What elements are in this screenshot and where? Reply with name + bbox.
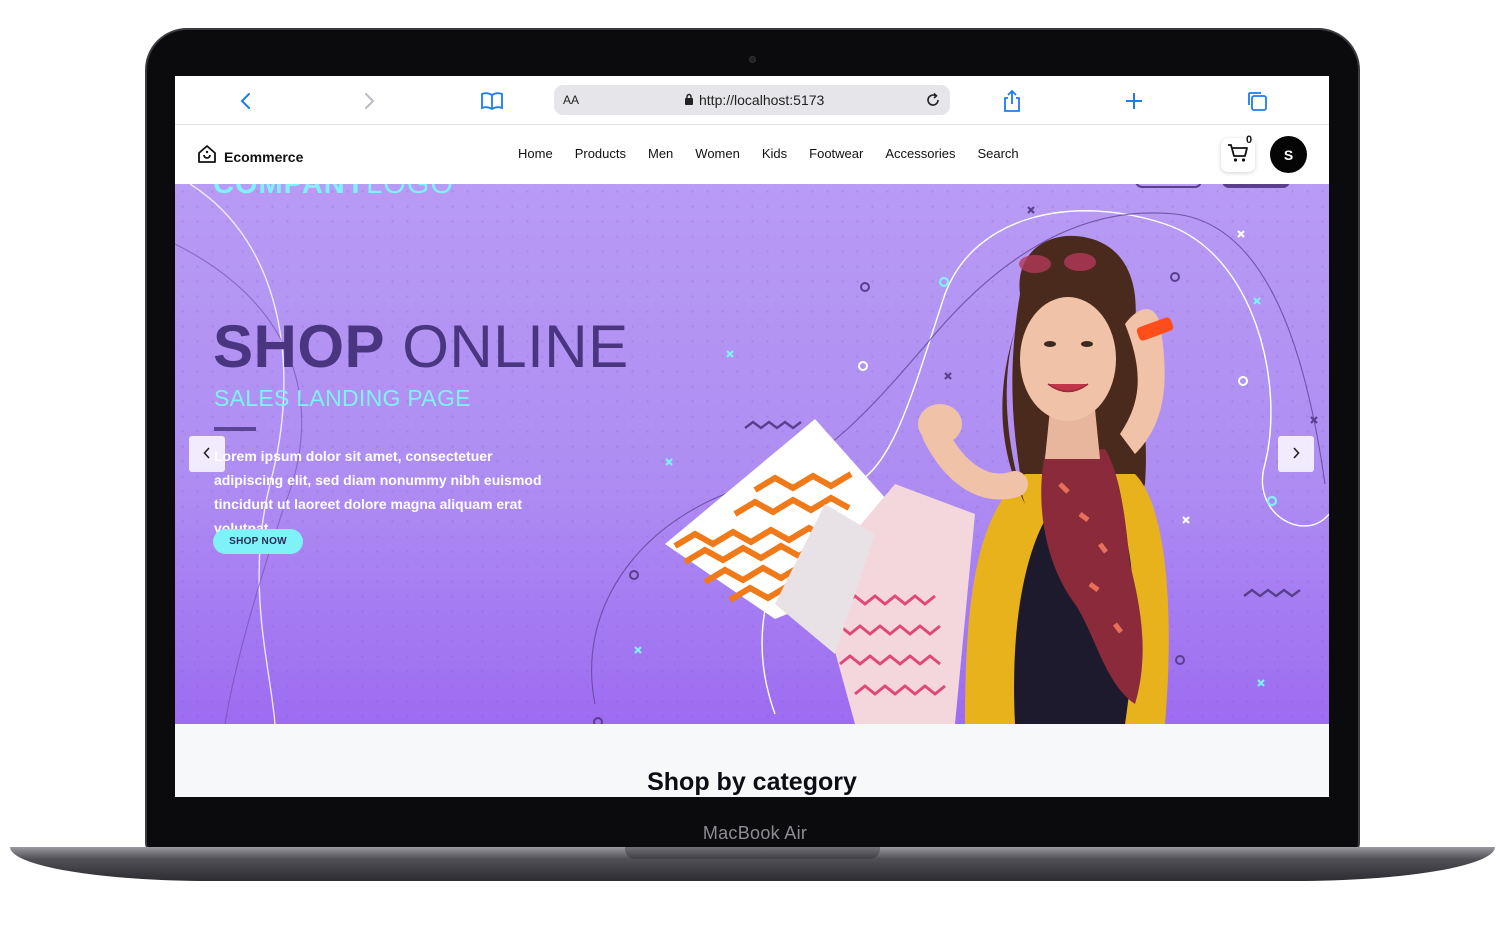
hero-title-bold: SHOP: [213, 313, 386, 380]
hero-title-light: ONLINE: [402, 313, 629, 380]
carousel-prev-button[interactable]: [189, 436, 225, 472]
cart-count-badge: 0: [1246, 134, 1253, 146]
lock-icon: [684, 92, 694, 108]
laptop-hinge: [625, 847, 880, 859]
browser-toolbar: AA http://localhost:5173: [175, 76, 1329, 125]
company-logo: COMPANYLOGO: [213, 184, 454, 201]
nav-link-search[interactable]: Search: [977, 146, 1018, 161]
new-tab-icon[interactable]: [1121, 88, 1147, 114]
screen: AA http://localhost:5173 Ecommerce Home …: [175, 76, 1329, 797]
tabs-icon[interactable]: [1244, 88, 1270, 114]
nav-link-kids[interactable]: Kids: [762, 146, 787, 161]
camera-icon: [749, 56, 756, 63]
reload-icon[interactable]: [922, 89, 944, 111]
nav-link-home[interactable]: Home: [518, 146, 553, 161]
cart-icon: [1227, 143, 1249, 168]
store-icon: [197, 144, 217, 169]
hero-title: SHOP ONLINE: [213, 312, 629, 381]
text-size-button[interactable]: AA: [563, 93, 579, 107]
back-icon[interactable]: [233, 88, 259, 114]
site-navbar: Ecommerce Home Products Men Women Kids F…: [175, 125, 1329, 184]
shop-by-category-heading: Shop by category: [647, 768, 857, 796]
address-bar[interactable]: AA http://localhost:5173: [554, 85, 950, 115]
share-icon[interactable]: [999, 88, 1025, 114]
model-photo: [665, 235, 1174, 724]
chevron-left-icon: [203, 446, 211, 463]
bookmarks-icon[interactable]: [479, 88, 505, 114]
brand-name: Ecommerce: [224, 148, 304, 165]
forward-icon[interactable]: [356, 88, 382, 114]
hero-login-button[interactable]: [1135, 184, 1202, 188]
hero-subtitle: SALES LANDING PAGE: [214, 385, 471, 411]
company-logo-light: LOGO: [366, 184, 454, 200]
nav-link-products[interactable]: Products: [575, 146, 626, 161]
hero-divider: [214, 427, 256, 431]
nav-link-footwear[interactable]: Footwear: [809, 146, 863, 161]
shop-now-button[interactable]: SHOP NOW: [213, 529, 303, 554]
nav-link-women[interactable]: Women: [695, 146, 740, 161]
hero-banner: COMPANYLOGO SHOP ONLINE SALES LANDING PA…: [175, 184, 1329, 724]
device-label: MacBook Air: [702, 823, 808, 843]
hero-signup-button[interactable]: [1222, 184, 1290, 188]
chevron-right-icon: [1292, 446, 1300, 463]
url-text: http://localhost:5173: [699, 92, 825, 108]
hero-description: Lorem ipsum dolor sit amet, consectetuer…: [214, 448, 542, 536]
user-avatar[interactable]: S: [1270, 136, 1307, 173]
nav-link-men[interactable]: Men: [648, 146, 673, 161]
brand[interactable]: Ecommerce: [197, 144, 303, 169]
nav-links: Home Products Men Women Kids Footwear Ac…: [518, 146, 1019, 161]
nav-link-accessories[interactable]: Accessories: [885, 146, 955, 161]
company-logo-bold: COMPANY: [213, 184, 367, 200]
carousel-next-button[interactable]: [1278, 436, 1314, 472]
